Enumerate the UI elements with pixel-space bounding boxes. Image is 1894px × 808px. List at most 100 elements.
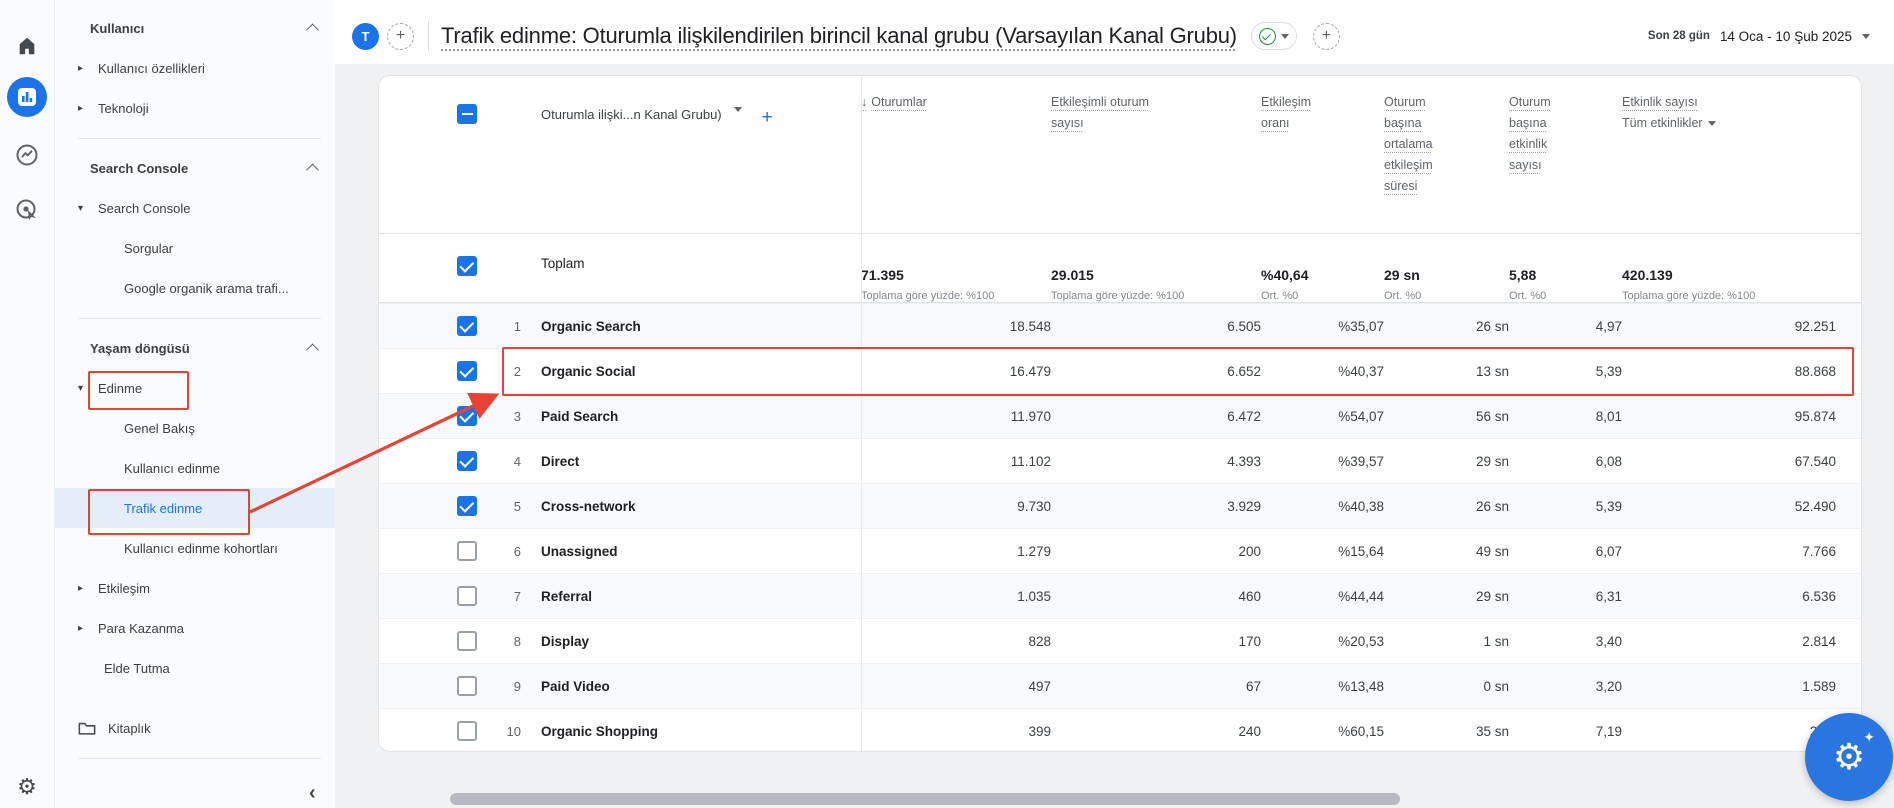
checked-checkbox[interactable] (457, 496, 477, 516)
sidebar-item-google-organik-arama-trafi[interactable]: Google organik arama trafi... (54, 268, 335, 308)
checked-checkbox[interactable] (457, 316, 477, 336)
caret-right-icon: ▸ (78, 63, 92, 74)
sidebar-item-kullan-c-edinme[interactable]: Kullanıcı edinme (54, 448, 335, 488)
dimension-header-dropdown[interactable]: Oturumla ilişki...n Kanal Grubu) + (531, 76, 861, 129)
row-metric-value: 3,20 (1509, 664, 1622, 708)
chevron-up-icon (306, 23, 319, 36)
row-channel-name: Display (531, 619, 861, 663)
table-row-referral: 7Referral1.035460%44,4429 sn6,316.536 (379, 573, 1861, 618)
column-header-oturum-basina-etkinlik[interactable]: Oturumbaşınaetkinliksayısı (1509, 76, 1622, 176)
checked-checkbox[interactable] (457, 406, 477, 426)
column-header-etkilesim-orani[interactable]: Etkileşimoranı (1261, 76, 1384, 134)
unchecked-checkbox[interactable] (457, 586, 477, 606)
total-subtext: Toplama göre yüzde: %100 (1622, 290, 1755, 302)
unchecked-checkbox[interactable] (457, 676, 477, 696)
total-cell: 29 snOrt. %0 (1384, 234, 1509, 302)
row-metric-value: 7,19 (1509, 709, 1622, 752)
annotation-box-trafik-edinme (88, 489, 250, 535)
reports-icon[interactable] (7, 77, 47, 117)
date-range-label: 14 Oca - 10 Şub 2025 (1720, 29, 1852, 44)
column-header-etkinlik-sayisi[interactable]: Etkinlik sayısıTüm etkinlikler (1622, 76, 1836, 134)
checked-checkbox[interactable] (457, 361, 477, 381)
row-number: 5 (483, 484, 531, 528)
sidebar-item-etkile-im[interactable]: ▸Etkileşim (54, 568, 335, 608)
unchecked-checkbox[interactable] (457, 631, 477, 651)
row-checkbox-cell (379, 394, 483, 438)
row-metric-value: 6,07 (1509, 529, 1622, 573)
row-metric-value: 11.102 (861, 439, 1051, 483)
sidebar-item-label: Genel Bakış (124, 421, 195, 436)
row-metric-value: 1.035 (861, 574, 1051, 618)
metric-subtype-dropdown[interactable]: Tüm etkinlikler (1622, 113, 1716, 134)
row-metric-value: 1.589 (1622, 664, 1836, 708)
chevron-down-icon (1862, 34, 1870, 39)
add-comparison-icon[interactable]: + (387, 23, 414, 50)
green-check-icon (1259, 28, 1276, 45)
column-header-line: Oturum (1384, 92, 1426, 113)
column-header-ort-etkilesim-suresi[interactable]: Oturumbaşınaortalamaetkileşimsüresi (1384, 76, 1509, 197)
sidebar-divider (54, 128, 335, 148)
sidebar-section-ya-am-d-ng-s[interactable]: Yaşam döngüsü (54, 328, 335, 368)
sidebar-item-teknoloji[interactable]: ▸Teknoloji (54, 88, 335, 128)
collapse-sidebar-icon[interactable]: ‹ (309, 783, 316, 803)
row-metric-value: %13,48 (1261, 664, 1384, 708)
sidebar-item-sorgular[interactable]: Sorgular (54, 228, 335, 268)
sidebar-item-kullan-c-zellikleri[interactable]: ▸Kullanıcı özellikleri (54, 48, 335, 88)
sidebar-item-para-kazanma[interactable]: ▸Para Kazanma (54, 608, 335, 648)
total-subtext: Ort. %0 (1384, 290, 1421, 302)
sidebar-item-elde-tutma[interactable]: Elde Tutma (54, 648, 335, 688)
column-header-line: başına (1509, 113, 1547, 134)
row-channel-name: Paid Video (531, 664, 861, 708)
table-row-organic-shopping: 10Organic Shopping399240%60,1535 sn7,192… (379, 708, 1861, 752)
advertising-icon[interactable] (7, 190, 47, 230)
data-quality-badge[interactable] (1251, 22, 1297, 50)
column-header-line: etkileşim (1384, 155, 1433, 176)
date-range-picker[interactable]: Son 28 gün 14 Oca - 10 Şub 2025 (1648, 29, 1870, 44)
row-number: 9 (483, 664, 531, 708)
row-metric-value: 2.86 (1622, 709, 1836, 752)
add-filter-icon[interactable]: + (1313, 23, 1340, 50)
row-metric-value: %44,44 (1261, 574, 1384, 618)
column-header-oturumlar[interactable]: ↓Oturumlar (861, 76, 1051, 113)
folder-icon (78, 721, 96, 736)
sidebar-item-search-console[interactable]: ▾Search Console (54, 188, 335, 228)
horizontal-scrollbar-thumb[interactable] (450, 793, 1400, 805)
explore-icon[interactable] (7, 135, 47, 175)
comparison-avatar[interactable]: T (352, 23, 379, 50)
column-header-line: Etkinlik sayısı (1622, 92, 1698, 113)
row-metric-value: 49 sn (1384, 529, 1509, 573)
caret-right-icon: ▸ (78, 103, 92, 114)
topbar-divider (428, 21, 429, 51)
unchecked-checkbox[interactable] (457, 721, 477, 741)
total-row-checkbox[interactable] (457, 256, 477, 276)
column-header-line: etkinlik (1509, 134, 1547, 155)
row-metric-value: 7.766 (1622, 529, 1836, 573)
row-metric-value: 95.874 (1622, 394, 1836, 438)
home-icon[interactable] (7, 26, 47, 66)
column-header-line: Etkileşim (1261, 92, 1311, 113)
sidebar-item-label: Etkileşim (98, 581, 150, 596)
table-total-row: Toplam 71.395Toplama göre yüzde: %10029.… (379, 233, 1861, 303)
row-checkbox-cell (379, 619, 483, 663)
sidebar-divider (54, 748, 335, 768)
row-metric-value: 8,01 (1509, 394, 1622, 438)
row-metric-value: 35 sn (1384, 709, 1509, 752)
insights-fab[interactable]: ⚙ ✦ (1805, 713, 1893, 801)
sidebar-section-search-console[interactable]: Search Console (54, 148, 335, 188)
select-all-checkbox[interactable] (457, 104, 477, 124)
checked-checkbox[interactable] (457, 451, 477, 471)
chevron-down-icon (1708, 121, 1716, 126)
add-dimension-icon[interactable]: + (762, 107, 773, 129)
sidebar-item-kitapl-k[interactable]: Kitaplık (54, 708, 335, 748)
table-row-organic-search: 1Organic Search18.5486.505%35,0726 sn4,9… (379, 303, 1861, 348)
sidebar-item-genel-bak[interactable]: Genel Bakış (54, 408, 335, 448)
sidebar-spacer (54, 688, 335, 708)
sidebar-section-kullan-c[interactable]: Kullanıcı (54, 8, 335, 48)
column-header-etkilesimli-oturum[interactable]: Etkileşimli oturumsayısı (1051, 76, 1261, 134)
unchecked-checkbox[interactable] (457, 541, 477, 561)
row-metric-value: 828 (861, 619, 1051, 663)
row-metric-value: 460 (1051, 574, 1261, 618)
row-metric-value: 3.929 (1051, 484, 1261, 528)
admin-gear-icon[interactable]: ⚙ (17, 774, 37, 800)
row-metric-value: 0 sn (1384, 664, 1509, 708)
